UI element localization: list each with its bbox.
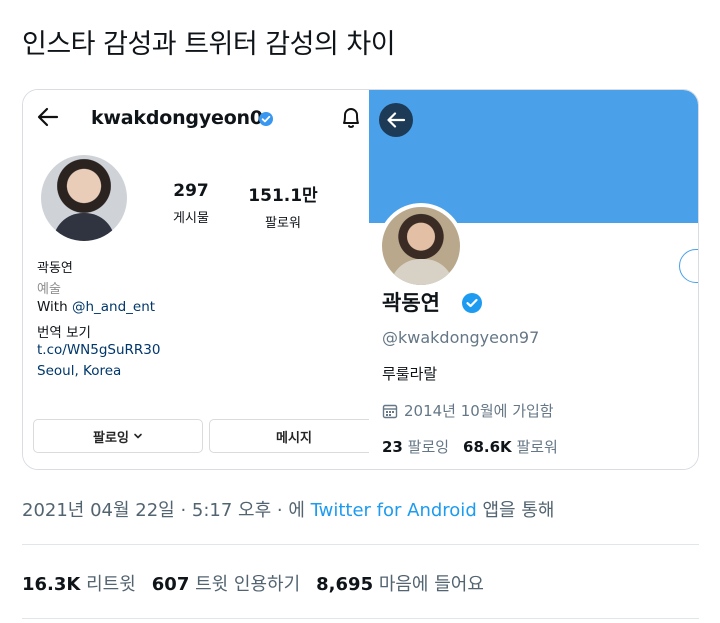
instagram-avatar[interactable] (41, 155, 127, 241)
followers-label: 팔로워 (265, 216, 301, 231)
quotes-link[interactable]: 607 트윗 인용하기 (152, 574, 300, 595)
tweet-source-link[interactable]: Twitter for Android (311, 500, 477, 521)
posts-stat[interactable]: 297 게시물 (161, 181, 221, 226)
twitter-display-name: 곽동연 (382, 291, 440, 315)
retweets-link[interactable]: 16.3K 리트윗 (22, 574, 136, 595)
tweet-metadata: 2021년 04월 22일 · 5:17 오후 · 에 Twitter for … (22, 496, 554, 522)
calendar-icon (382, 404, 398, 418)
twitter-profile-screenshot: 곽동연 @kwakdongyeon97 루룰라랄 2014년 10월에 가입함 … (369, 90, 698, 469)
following-label: 팔로잉 (402, 438, 450, 456)
instagram-display-name: 곽동연 (37, 261, 73, 276)
followers-count: 151.1만 (248, 186, 318, 206)
instagram-username: kwakdongyeon0 (91, 107, 263, 129)
verified-badge-icon (259, 112, 273, 126)
posts-label: 게시물 (173, 211, 209, 226)
back-arrow-icon (387, 112, 406, 128)
retweets-count: 16.3K (22, 574, 81, 595)
followers-stat[interactable]: 151.1만 팔로워 (238, 181, 328, 231)
following-button-label: 팔로잉 (93, 430, 129, 446)
tweet-text: 인스타 감성과 트위터 감성의 차이 (22, 29, 396, 60)
joined-date: 2014년 10월에 가입함 (382, 400, 554, 421)
message-button-label: 메시지 (276, 430, 312, 446)
twitter-handle: @kwakdongyeon97 (382, 328, 540, 347)
tweet-date[interactable]: 2021년 04월 22일 · 5:17 오후 · 에 (22, 500, 311, 521)
see-translation-link[interactable]: 번역 보기 (37, 321, 91, 341)
retweets-label: 리트윗 (80, 574, 136, 595)
bio-prefix: With (37, 299, 72, 315)
bell-icon[interactable] (340, 106, 362, 130)
instagram-bio: With @h_and_ent (37, 299, 155, 315)
back-arrow-icon[interactable] (35, 104, 61, 130)
likes-link[interactable]: 8,695 마음에 들어요 (316, 574, 484, 595)
posts-count: 297 (173, 181, 209, 201)
followers-label: 팔로워 (511, 438, 558, 456)
instagram-profile-screenshot: kwakdongyeon0 297 게시물 151.1만 팔로워 곽동연 예술 … (23, 90, 379, 469)
twitter-bio: 루룰라랄 (382, 365, 438, 383)
tweet-engagement-stats: 16.3K 리트윗 607 트윗 인용하기 8,695 마음에 들어요 (22, 570, 484, 596)
instagram-category: 예술 (37, 282, 61, 297)
joined-date-text: 2014년 10월에 가입함 (404, 402, 554, 420)
chevron-down-icon (134, 433, 142, 439)
back-button[interactable] (379, 103, 413, 137)
twitter-avatar[interactable] (378, 203, 464, 289)
verified-badge-icon (462, 293, 482, 313)
following-link[interactable]: 23 팔로잉 (382, 438, 449, 456)
message-button[interactable]: 메시지 (209, 419, 379, 453)
following-button[interactable]: 팔로잉 (33, 419, 203, 453)
quotes-count: 607 (151, 574, 190, 595)
followers-count: 68.6K (463, 438, 512, 456)
tweet-source-suffix: 앱을 통해 (476, 500, 555, 521)
tweet-media[interactable]: kwakdongyeon0 297 게시물 151.1만 팔로워 곽동연 예술 … (22, 89, 699, 470)
follow-counts: 23 팔로잉 68.6K 팔로워 (382, 436, 558, 457)
bio-mention-link[interactable]: @h_and_ent (72, 299, 155, 315)
quotes-label: 트윗 인용하기 (189, 574, 301, 595)
follow-button[interactable] (679, 249, 698, 283)
likes-count: 8,695 (316, 574, 374, 595)
following-count: 23 (382, 438, 403, 456)
profile-link[interactable]: t.co/WN5gSuRR30 (37, 342, 160, 358)
divider (22, 618, 699, 619)
location-link[interactable]: Seoul, Korea (37, 363, 121, 379)
divider (22, 544, 699, 545)
followers-link[interactable]: 68.6K 팔로워 (463, 438, 558, 456)
likes-label: 마음에 들어요 (373, 574, 484, 595)
